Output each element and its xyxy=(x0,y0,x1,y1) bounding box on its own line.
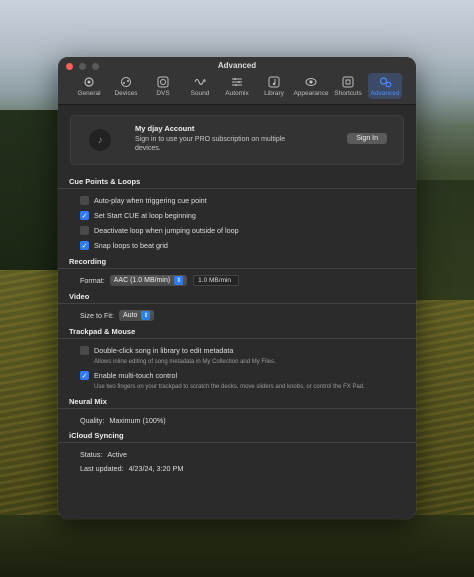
command-icon xyxy=(341,75,355,89)
divider xyxy=(58,268,416,269)
last-updated-value: 4/23/24, 3:20 PM xyxy=(128,463,184,473)
section-title-video: Video xyxy=(69,292,90,301)
tab-appearance[interactable]: Appearance xyxy=(293,73,329,99)
checkbox-deactivate-loop[interactable] xyxy=(80,226,89,235)
account-title: My djay Account xyxy=(135,124,195,133)
music-note-icon xyxy=(267,75,281,89)
hint-text: Allows inline editing of song metadata i… xyxy=(94,359,276,365)
checkbox-multi-touch[interactable]: ✓ xyxy=(80,371,89,380)
format-select[interactable]: AAC (1.0 MB/min) ⇕ xyxy=(109,275,188,286)
tab-general[interactable]: General xyxy=(72,73,106,99)
account-description: Sign in to use your PRO subscription on … xyxy=(135,136,286,152)
section-title-cue: Cue Points & Loops xyxy=(69,177,141,186)
divider xyxy=(58,338,416,339)
checkbox-row[interactable]: ✓ Snap loops to beat grid xyxy=(70,238,404,253)
checkbox-row[interactable]: Deactivate loop when jumping outside of … xyxy=(70,223,404,238)
eye-icon xyxy=(304,75,318,89)
tab-label: Sound xyxy=(190,90,210,97)
quality-label: Quality: xyxy=(80,415,105,425)
djay-logo-icon: ♪ xyxy=(89,129,111,151)
tab-advanced[interactable]: Advanced xyxy=(368,73,402,99)
tab-label: General xyxy=(77,90,101,97)
tab-dvs[interactable]: DVS xyxy=(146,73,180,99)
tab-sound[interactable]: Sound xyxy=(183,73,217,99)
size-to-fit-select[interactable]: Auto ⇕ xyxy=(118,310,155,321)
status-row: Status: Active xyxy=(70,447,404,461)
checkbox-row[interactable]: ✓ Enable multi-touch control xyxy=(70,368,404,383)
checkbox-label: Auto-play when triggering cue point xyxy=(94,196,207,205)
tab-library[interactable]: Library xyxy=(257,73,291,99)
titlebar: Advanced General Devices DVS Sound Autom… xyxy=(58,57,416,105)
automix-icon xyxy=(230,75,244,89)
checkbox-label: Enable multi-touch control xyxy=(94,371,178,380)
tab-shortcuts[interactable]: Shortcuts xyxy=(331,73,365,99)
checkbox-double-click-edit[interactable] xyxy=(80,346,89,355)
quality-value: Maximum (100%) xyxy=(109,415,166,425)
checkbox-label: Double-click song in library to edit met… xyxy=(94,346,234,355)
size-to-fit-value: Auto xyxy=(122,312,138,319)
gear-icon xyxy=(82,75,96,89)
format-row: Format: AAC (1.0 MB/min) ⇕ 1.0 MB/min xyxy=(70,273,404,288)
checkbox-label: Snap loops to beat grid xyxy=(94,241,168,250)
divider xyxy=(58,303,416,304)
size-to-fit-row: Size to Fit: Auto ⇕ xyxy=(70,308,404,323)
window-title: Advanced xyxy=(217,61,257,70)
vinyl-icon xyxy=(156,75,170,89)
format-value: AAC (1.0 MB/min) xyxy=(113,277,171,284)
checkbox-snap-loops[interactable]: ✓ xyxy=(80,241,89,250)
size-to-fit-label: Size to Fit: xyxy=(80,311,114,320)
checkbox-row[interactable]: Auto-play when triggering cue point xyxy=(70,193,404,208)
status-label: Status: xyxy=(80,449,103,459)
section-title-recording: Recording xyxy=(69,257,107,266)
account-panel: ♪ My djay Account Sign in to use your PR… xyxy=(70,115,404,165)
divider xyxy=(58,408,416,409)
gears-icon xyxy=(378,75,392,89)
hint-text: Use two fingers on your trackpad to scra… xyxy=(94,384,365,390)
devices-icon xyxy=(119,75,133,89)
tab-label: Appearance xyxy=(293,90,329,97)
divider xyxy=(58,188,416,189)
waveform-icon xyxy=(193,75,207,89)
preferences-toolbar: General Devices DVS Sound Automix Librar… xyxy=(72,73,402,99)
advanced-content: ♪ My djay Account Sign in to use your PR… xyxy=(58,105,416,519)
checkbox-auto-play[interactable] xyxy=(80,196,89,205)
background-trees-right xyxy=(416,180,474,300)
sign-in-button[interactable]: Sign In xyxy=(347,133,387,144)
background-trees-left xyxy=(0,110,60,270)
tab-label: Shortcuts xyxy=(334,90,362,97)
chevron-updown-icon: ⇕ xyxy=(141,311,151,320)
checkbox-row[interactable]: ✓ Set Start CUE at loop beginning xyxy=(70,208,404,223)
last-updated-row: Last updated: 4/23/24, 3:20 PM xyxy=(70,461,404,475)
checkbox-label: Deactivate loop when jumping outside of … xyxy=(94,226,239,235)
tab-devices[interactable]: Devices xyxy=(109,73,143,99)
divider xyxy=(58,442,416,443)
tab-label: Devices xyxy=(114,90,138,97)
section-title-icloud: iCloud Syncing xyxy=(69,431,124,440)
section-title-neural-mix: Neural Mix xyxy=(69,397,107,406)
tab-label: Automix xyxy=(225,90,249,97)
checkbox-row[interactable]: Double-click song in library to edit met… xyxy=(70,343,404,358)
chevron-updown-icon: ⇕ xyxy=(174,276,184,285)
last-updated-label: Last updated: xyxy=(80,463,124,473)
background-trees-bottom xyxy=(0,515,474,577)
checkbox-label: Set Start CUE at loop beginning xyxy=(94,211,196,220)
checkbox-set-start-cue[interactable]: ✓ xyxy=(80,211,89,220)
tab-automix[interactable]: Automix xyxy=(220,73,254,99)
section-title-trackpad: Trackpad & Mouse xyxy=(69,327,136,336)
tab-label: DVS xyxy=(156,90,170,97)
tab-label: Library xyxy=(264,90,284,97)
preferences-window: Advanced General Devices DVS Sound Autom… xyxy=(58,57,416,519)
status-value: Active xyxy=(107,449,127,459)
format-label: Format: xyxy=(80,276,105,285)
quality-row: Quality: Maximum (100%) xyxy=(70,413,404,427)
bitrate-field: 1.0 MB/min xyxy=(193,275,240,286)
tab-label: Advanced xyxy=(370,90,400,97)
